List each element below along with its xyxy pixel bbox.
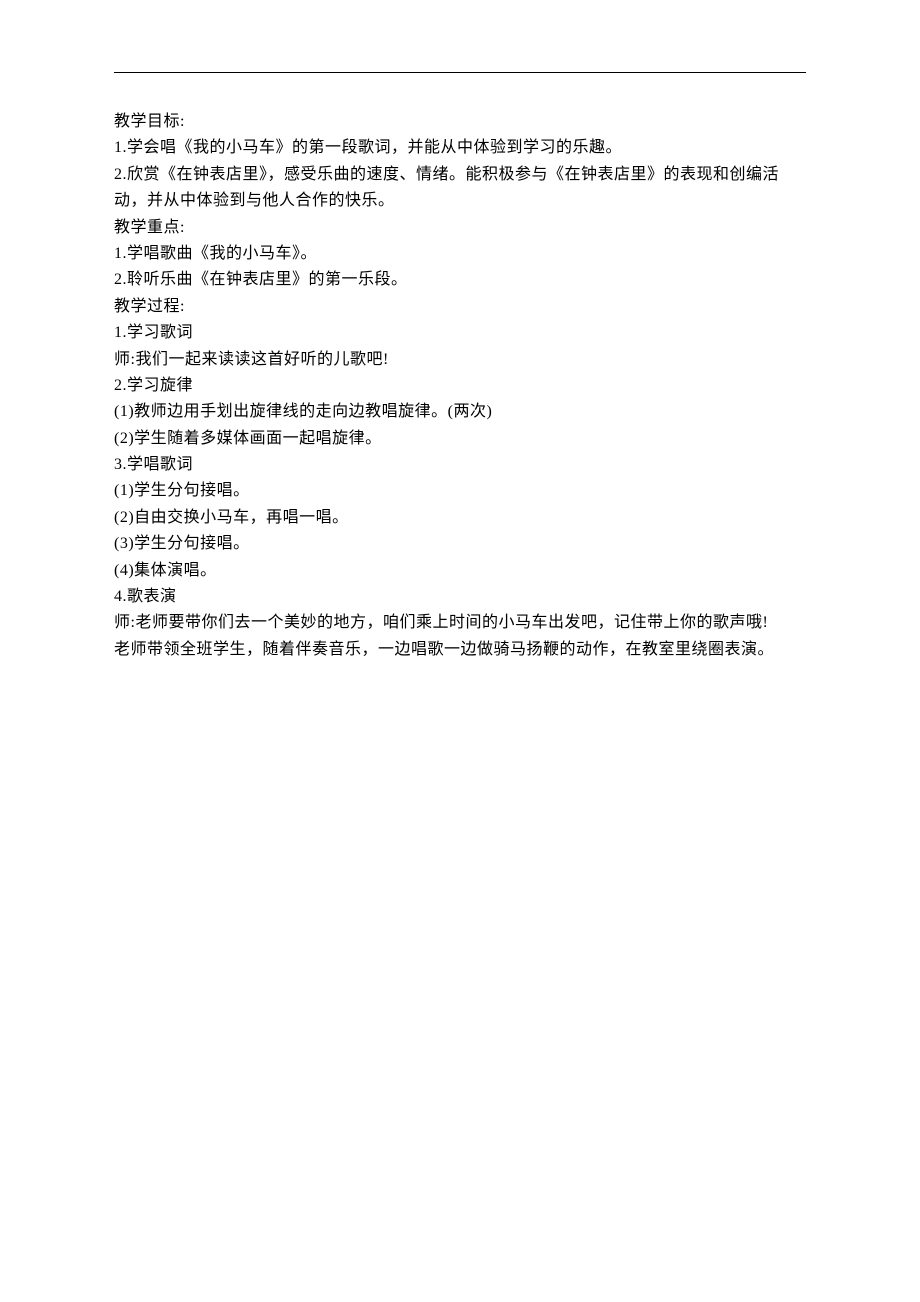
- text-line: 教学目标:: [114, 109, 806, 135]
- text-line: 师:我们一起来读读这首好听的儿歌吧!: [114, 347, 806, 373]
- text-line: 1.学唱歌曲《我的小马车》。: [114, 241, 806, 267]
- text-line: 2.学习旋律: [114, 373, 806, 399]
- top-divider: [114, 72, 806, 73]
- text-line: 1.学习歌词: [114, 320, 806, 346]
- text-line: (1)教师边用手划出旋律线的走向边教唱旋律。(两次): [114, 399, 806, 425]
- text-line: 老师带领全班学生，随着伴奏音乐，一边唱歌一边做骑马扬鞭的动作，在教室里绕圈表演。: [114, 637, 806, 663]
- text-line: 师:老师要带你们去一个美妙的地方，咱们乘上时间的小马车出发吧，记住带上你的歌声哦…: [114, 610, 806, 636]
- text-line: (1)学生分句接唱。: [114, 478, 806, 504]
- text-line: 3.学唱歌词: [114, 452, 806, 478]
- text-line: (2)学生随着多媒体画面一起唱旋律。: [114, 426, 806, 452]
- text-line: 教学重点:: [114, 215, 806, 241]
- document-content: 教学目标: 1.学会唱《我的小马车》的第一段歌词，并能从中体验到学习的乐趣。 2…: [114, 109, 806, 663]
- text-line: (3)学生分句接唱。: [114, 531, 806, 557]
- text-line: 4.歌表演: [114, 584, 806, 610]
- text-line: 1.学会唱《我的小马车》的第一段歌词，并能从中体验到学习的乐趣。: [114, 135, 806, 161]
- text-line: 2.聆听乐曲《在钟表店里》的第一乐段。: [114, 267, 806, 293]
- text-line: (2)自由交换小马车，再唱一唱。: [114, 505, 806, 531]
- text-line: 2.欣赏《在钟表店里》，感受乐曲的速度、情绪。能积极参与《在钟表店里》的表现和创…: [114, 162, 806, 215]
- text-line: (4)集体演唱。: [114, 558, 806, 584]
- text-line: 教学过程:: [114, 294, 806, 320]
